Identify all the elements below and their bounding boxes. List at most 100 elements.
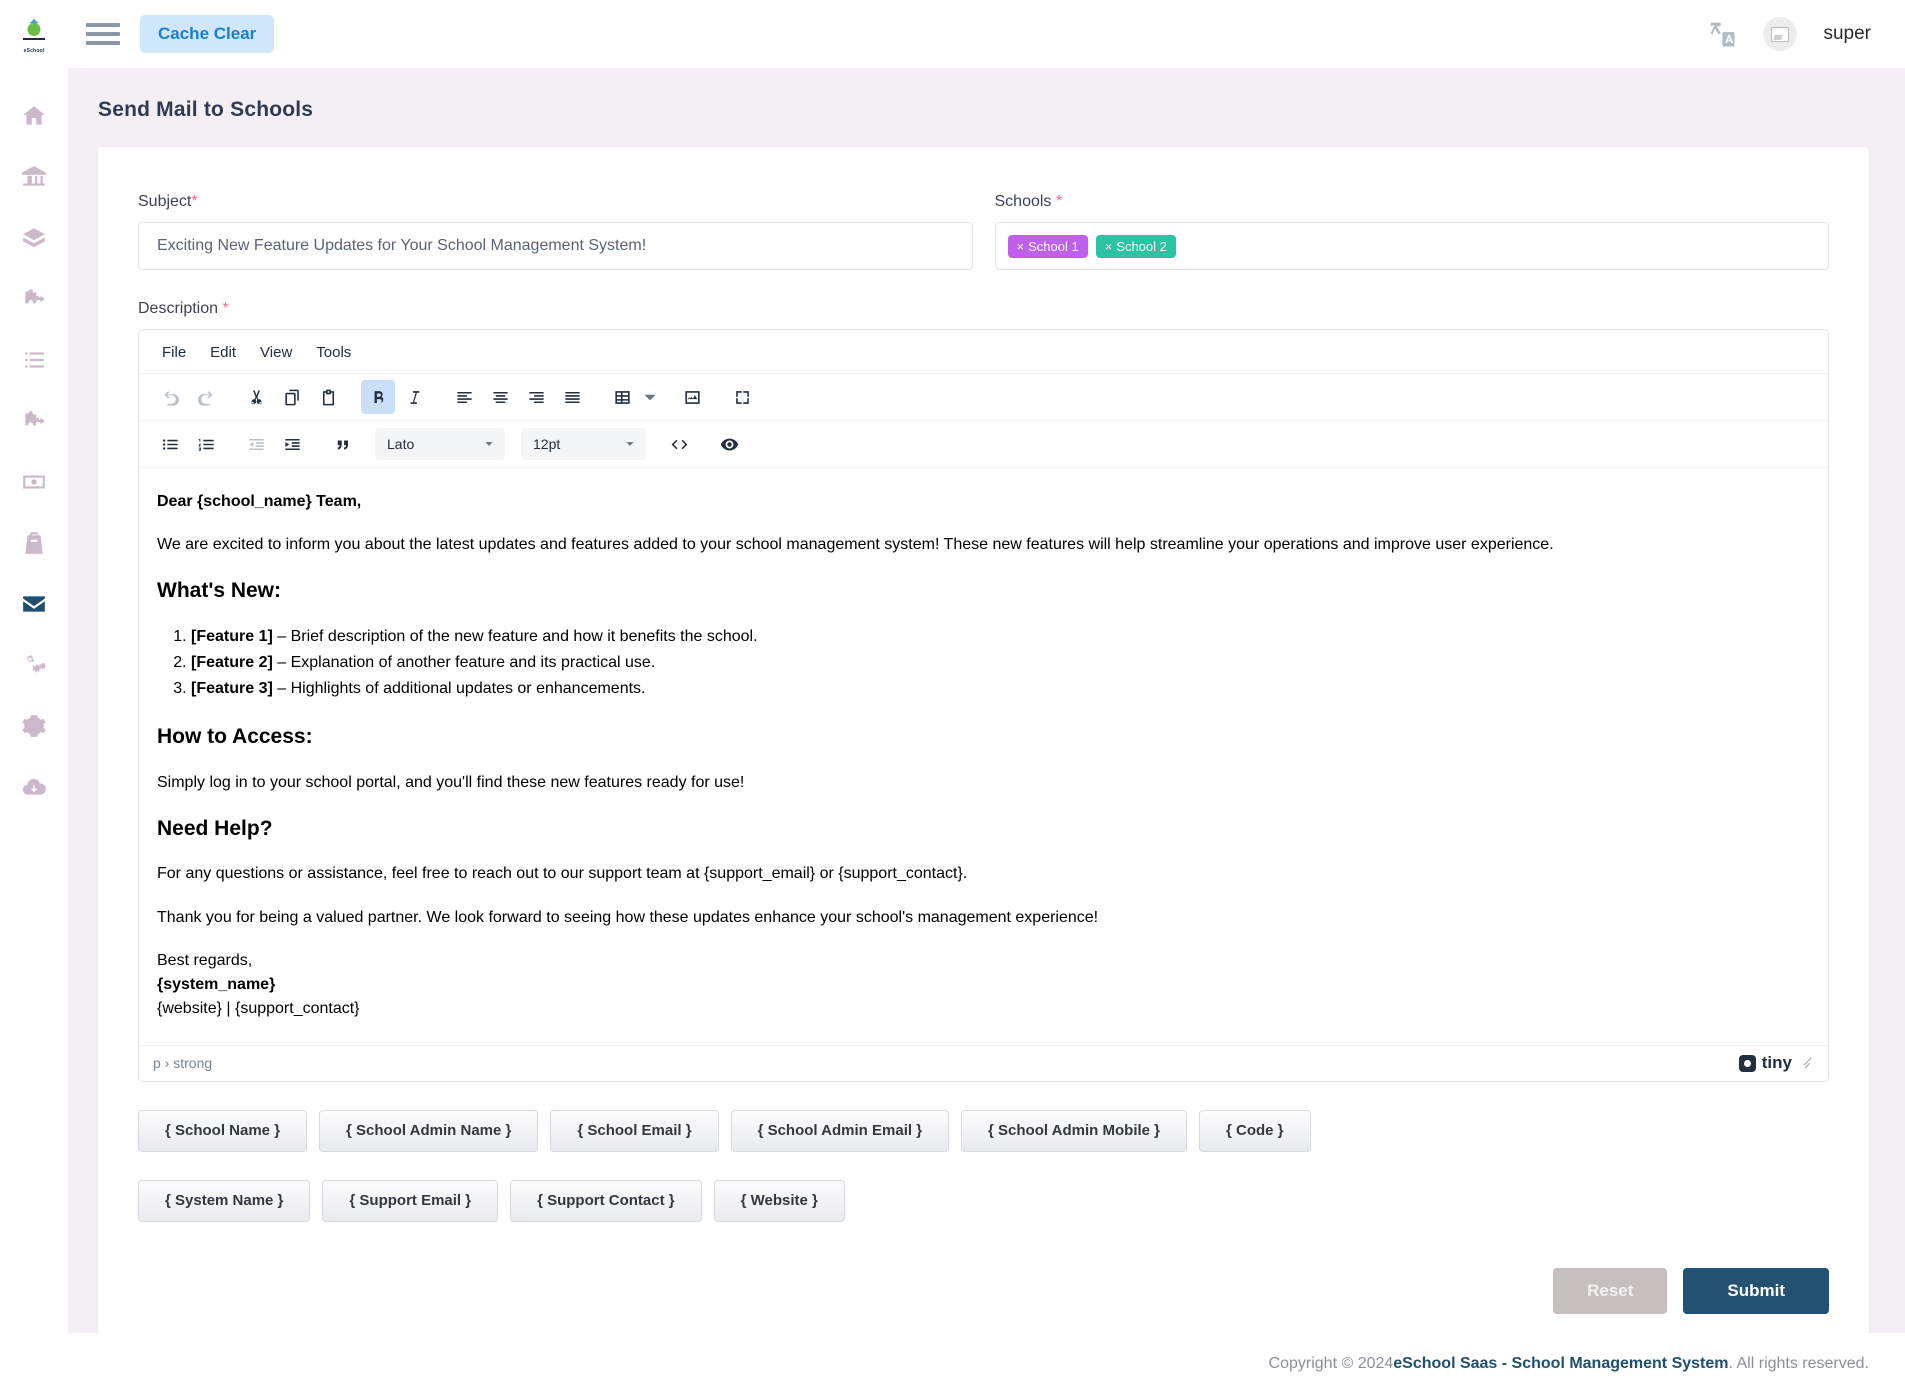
undo-icon[interactable] xyxy=(153,380,187,414)
editor-heading-need-help: Need Help? xyxy=(157,814,1810,844)
sidebar-item-mail[interactable] xyxy=(0,576,68,637)
image-icon[interactable] xyxy=(675,380,709,414)
avatar[interactable] xyxy=(1763,17,1797,51)
chevron-down-icon xyxy=(483,438,495,450)
element-path[interactable]: p › strong xyxy=(153,1055,212,1071)
home-icon xyxy=(21,103,47,134)
editor-thanks-text: Thank you for being a valued partner. We… xyxy=(157,906,1810,929)
placeholder-buttons-row-1: { School Name } { School Admin Name } { … xyxy=(138,1110,1829,1152)
reset-button[interactable]: Reset xyxy=(1553,1268,1667,1314)
placeholder-support-contact-button[interactable]: { Support Contact } xyxy=(510,1180,702,1222)
bank-icon xyxy=(21,164,47,195)
list-item: [Feature 1] – Brief description of the n… xyxy=(191,625,1810,648)
envelope-icon xyxy=(21,591,47,622)
placeholder-code-button[interactable]: { Code } xyxy=(1199,1110,1311,1152)
required-asterisk: * xyxy=(222,300,228,317)
gear-icon xyxy=(21,713,47,744)
sidebar-item-dashboard[interactable] xyxy=(0,88,68,149)
subject-label: Subject* xyxy=(138,193,973,211)
redo-icon[interactable] xyxy=(189,380,223,414)
placeholder-school-admin-mobile-button[interactable]: { School Admin Mobile } xyxy=(961,1110,1187,1152)
placeholder-school-admin-name-button[interactable]: { School Admin Name } xyxy=(319,1110,538,1152)
remove-tag-icon[interactable]: × xyxy=(1017,240,1025,253)
subject-input[interactable] xyxy=(138,222,973,270)
sidebar-item-system-settings[interactable] xyxy=(0,637,68,698)
school-tag[interactable]: × School 2 xyxy=(1096,235,1176,258)
chevron-down-icon[interactable] xyxy=(641,380,659,414)
table-icon[interactable] xyxy=(605,380,639,414)
sidebar-item-payments[interactable] xyxy=(0,454,68,515)
form-card: Subject* Schools * × School 1 × School 2 xyxy=(98,147,1869,1354)
bold-icon[interactable] xyxy=(361,380,395,414)
copy-icon[interactable] xyxy=(275,380,309,414)
schools-multiselect[interactable]: × School 1 × School 2 xyxy=(995,222,1830,270)
placeholder-website-button[interactable]: { Website } xyxy=(714,1180,845,1222)
feature-label: [Feature 1] xyxy=(191,628,273,645)
subject-field-group: Subject* xyxy=(138,193,973,270)
preview-icon[interactable] xyxy=(712,427,746,461)
footer-link[interactable]: eSchool Saas - School Management System xyxy=(1393,1355,1728,1373)
blockquote-icon[interactable] xyxy=(325,427,359,461)
description-label: Description * xyxy=(138,300,1829,318)
sidebar-item-addons[interactable] xyxy=(0,271,68,332)
sidebar xyxy=(0,68,68,1395)
align-justify-icon[interactable] xyxy=(555,380,589,414)
header-right-group: super xyxy=(1707,17,1905,51)
editor-menubar: File Edit View Tools xyxy=(139,330,1828,374)
font-family-select[interactable]: Lato xyxy=(375,428,505,460)
paste-icon[interactable] xyxy=(311,380,345,414)
required-asterisk: * xyxy=(191,193,197,210)
sidebar-item-lists[interactable] xyxy=(0,332,68,393)
placeholder-school-email-button[interactable]: { School Email } xyxy=(550,1110,718,1152)
sidebar-item-school[interactable] xyxy=(0,149,68,210)
font-size-select[interactable]: 12pt xyxy=(521,428,646,460)
editor-content-area[interactable]: Dear {school_name} Team, We are excited … xyxy=(139,468,1828,1045)
signoff-system-text: {system_name} xyxy=(157,976,275,993)
placeholder-support-email-button[interactable]: { Support Email } xyxy=(322,1180,498,1222)
feature-text: – Brief description of the new feature a… xyxy=(273,628,758,645)
tinymce-brand[interactable]: tiny xyxy=(1739,1053,1792,1073)
editor-greeting: Dear {school_name} Team, xyxy=(157,490,1810,513)
copyright-prefix: Copyright © 2024 xyxy=(1269,1355,1394,1373)
money-icon xyxy=(21,469,47,500)
source-code-icon[interactable] xyxy=(662,427,696,461)
submit-button[interactable]: Submit xyxy=(1683,1268,1829,1314)
editor-heading-whats-new: What's New: xyxy=(157,576,1810,606)
fullscreen-icon[interactable] xyxy=(725,380,759,414)
sidebar-item-plugins[interactable] xyxy=(0,393,68,454)
numbered-list-icon[interactable] xyxy=(189,427,223,461)
italic-icon[interactable] xyxy=(397,380,431,414)
cut-icon[interactable] xyxy=(239,380,273,414)
outdent-icon[interactable] xyxy=(239,427,273,461)
align-left-icon[interactable] xyxy=(447,380,481,414)
menu-toggle-icon[interactable] xyxy=(86,19,120,49)
placeholder-school-name-button[interactable]: { School Name } xyxy=(138,1110,307,1152)
gears-icon xyxy=(21,652,47,683)
menu-edit[interactable]: Edit xyxy=(201,340,245,365)
align-right-icon[interactable] xyxy=(519,380,553,414)
sidebar-item-settings[interactable] xyxy=(0,698,68,759)
placeholder-school-admin-email-button[interactable]: { School Admin Email } xyxy=(731,1110,949,1152)
editor-resize-handle[interactable] xyxy=(1802,1057,1814,1069)
feature-text: – Highlights of additional updates or en… xyxy=(273,680,646,697)
align-center-icon[interactable] xyxy=(483,380,517,414)
menu-view[interactable]: View xyxy=(251,340,301,365)
translate-icon[interactable] xyxy=(1707,19,1737,49)
page-title: Send Mail to Schools xyxy=(68,68,1905,122)
bullet-list-icon[interactable] xyxy=(153,427,187,461)
sidebar-item-store[interactable] xyxy=(0,515,68,576)
menu-tools[interactable]: Tools xyxy=(307,340,360,365)
feature-label: [Feature 3] xyxy=(191,680,273,697)
remove-tag-icon[interactable]: × xyxy=(1105,240,1113,253)
cache-clear-button[interactable]: Cache Clear xyxy=(140,15,274,53)
username-label[interactable]: super xyxy=(1823,23,1871,45)
sidebar-item-package[interactable] xyxy=(0,210,68,271)
chevron-down-icon xyxy=(624,438,636,450)
sidebar-item-backup[interactable] xyxy=(0,759,68,820)
indent-icon[interactable] xyxy=(275,427,309,461)
placeholder-system-name-button[interactable]: { System Name } xyxy=(138,1180,310,1222)
brand-logo[interactable]: ✦ eSchool xyxy=(0,0,68,68)
school-tag[interactable]: × School 1 xyxy=(1008,235,1088,258)
editor-how-to-access-text: Simply log in to your school portal, and… xyxy=(157,771,1810,794)
menu-file[interactable]: File xyxy=(153,340,195,365)
